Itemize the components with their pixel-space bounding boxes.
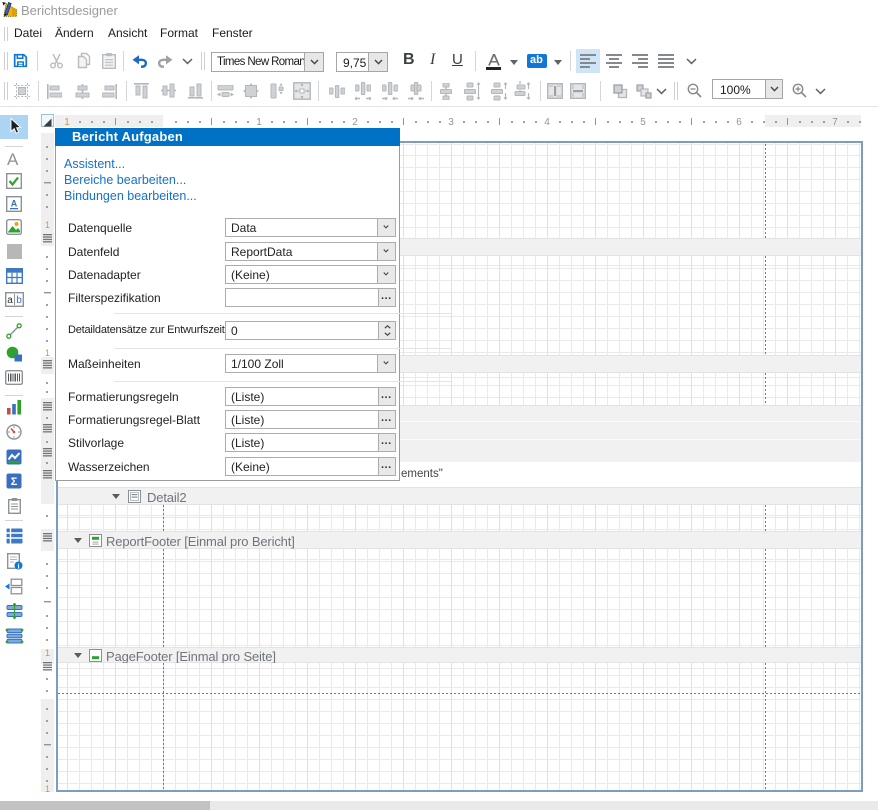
svg-text:5: 5: [640, 117, 646, 127]
svg-text:1: 1: [45, 348, 50, 358]
svg-text:1: 1: [256, 117, 262, 127]
svg-text:3: 3: [448, 117, 454, 127]
svg-text:7: 7: [832, 117, 838, 127]
svg-text:Σ: Σ: [11, 476, 18, 488]
svg-text:4: 4: [544, 117, 550, 127]
svg-text:2: 2: [352, 117, 358, 127]
svg-text:1: 1: [64, 117, 70, 127]
svg-text:b: b: [16, 295, 22, 306]
svg-text:6: 6: [736, 117, 742, 127]
svg-text:1: 1: [45, 784, 50, 792]
svg-text:A: A: [11, 199, 18, 209]
svg-text:a: a: [7, 295, 13, 306]
svg-text:1: 1: [45, 220, 50, 230]
svg-text:i: i: [17, 561, 19, 570]
svg-text:1: 1: [45, 648, 50, 658]
